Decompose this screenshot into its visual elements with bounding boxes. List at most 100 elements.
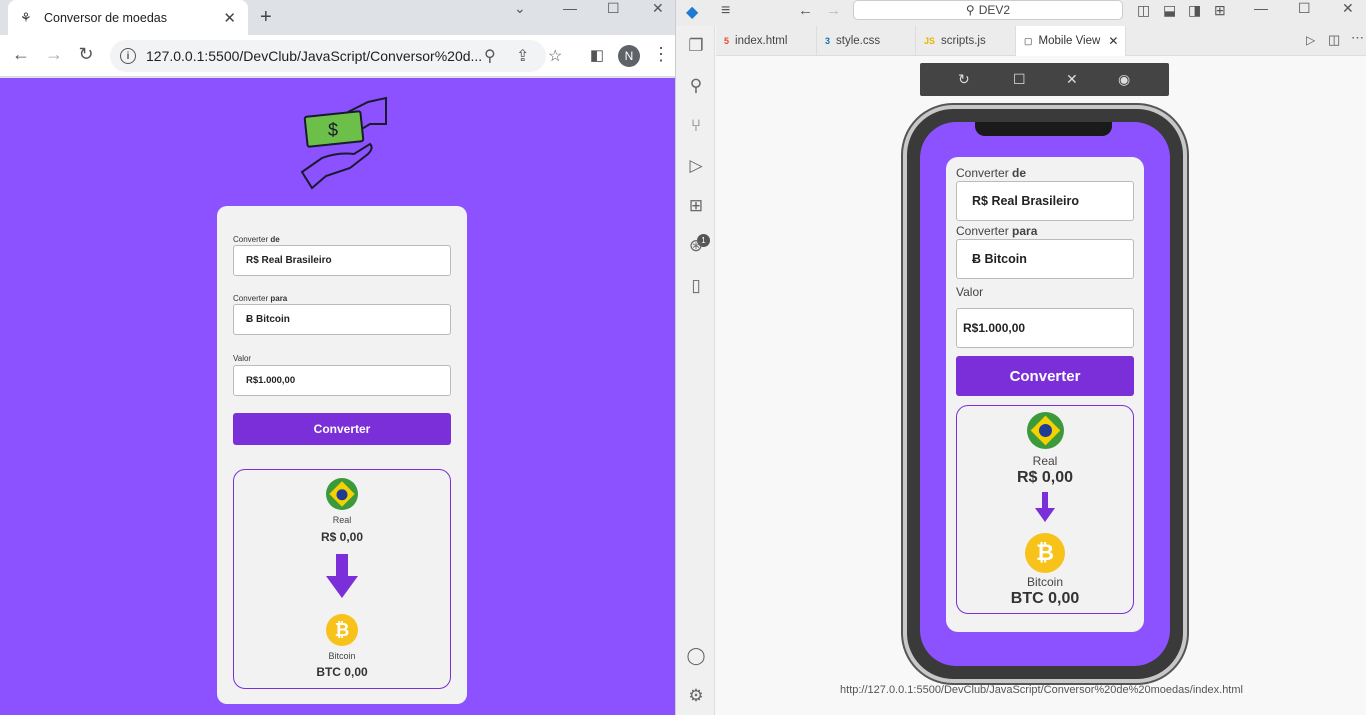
- browser-window: ⚘ Conversor de moedas ✕ + ⌄ — ☐ ✕ ← → ↻ …: [0, 0, 675, 715]
- address-bar[interactable]: i 127.0.0.1:5500/DevClub/JavaScript/Conv…: [110, 40, 562, 72]
- to-currency-value: BTC 0,00: [316, 665, 368, 679]
- tab-scripts-js[interactable]: JS scripts.js: [916, 26, 1016, 56]
- toggle-sidebar-icon[interactable]: ◫: [1137, 2, 1150, 19]
- run-debug-icon[interactable]: ▷: [685, 156, 707, 178]
- forward-icon[interactable]: →: [43, 44, 65, 65]
- phone-frame: Converter de R$ Real Brasileiro Converte…: [903, 105, 1187, 683]
- maximize-button[interactable]: ☐: [607, 0, 620, 17]
- mobile-to-currency-name: Bitcoin: [1026, 575, 1064, 589]
- from-currency-name: Real: [332, 515, 352, 525]
- vscode-logo-icon: ◆: [686, 4, 699, 21]
- nav-forward-icon[interactable]: →: [826, 2, 841, 19]
- tab-label: style.css: [836, 35, 881, 47]
- from-currency-select[interactable]: R$ Real Brasileiro: [233, 245, 451, 276]
- brazil-flag-icon: [326, 478, 358, 510]
- accounts-icon[interactable]: ◯: [685, 646, 707, 668]
- toggle-secondary-sidebar-icon[interactable]: ◨: [1188, 2, 1201, 19]
- command-center-search[interactable]: ⚲ DEV2: [853, 0, 1123, 20]
- mobile-view-icon[interactable]: ▯: [685, 276, 707, 298]
- url-text: 127.0.0.1:5500/DevClub/JavaScript/Conver…: [146, 48, 483, 64]
- to-currency-select[interactable]: Ƀ Bitcoin: [233, 304, 451, 335]
- mobile-convert-button[interactable]: Converter: [956, 356, 1134, 396]
- mobile-to-currency-select[interactable]: Ƀ Bitcoin: [956, 239, 1134, 279]
- customize-layout-icon[interactable]: ⊞: [1214, 2, 1226, 19]
- refresh-icon[interactable]: ↻: [958, 71, 970, 88]
- extensions-icon[interactable]: ⊞: [685, 196, 707, 218]
- close-preview-icon[interactable]: ✕: [1066, 71, 1078, 88]
- mobile-from-currency-value: R$ 0,00: [1016, 469, 1074, 486]
- close-window-button[interactable]: ✕: [652, 0, 664, 17]
- tab-index-html[interactable]: 5 index.html: [716, 26, 817, 56]
- phone-notch: [975, 122, 1112, 136]
- tab-search-icon[interactable]: ⌄: [514, 0, 526, 17]
- site-info-icon[interactable]: i: [120, 48, 136, 64]
- tab-mobile-view[interactable]: ▢ Mobile View ✕: [1016, 26, 1126, 56]
- browser-toolbar: ← → ↻ i 127.0.0.1:5500/DevClub/JavaScrip…: [0, 35, 675, 77]
- profile-avatar[interactable]: N: [618, 45, 640, 67]
- mobile-converter-card: Converter de R$ Real Brasileiro Converte…: [946, 157, 1144, 632]
- git-graph-icon[interactable]: ⊛: [685, 236, 707, 258]
- convert-button[interactable]: Converter: [233, 413, 451, 445]
- mobile-to-currency-value: BTC 0,00: [1010, 590, 1080, 607]
- mobile-from-currency-select[interactable]: R$ Real Brasileiro: [956, 181, 1134, 221]
- search-icon: ⚲: [965, 3, 975, 17]
- close-tab-icon[interactable]: ✕: [1108, 34, 1118, 48]
- js-icon: JS: [924, 36, 936, 46]
- mobile-preview-area: ↻ ☐ ✕ ◉ Converter de R$ Real Brasileiro …: [716, 57, 1366, 715]
- css-icon: 3: [825, 36, 831, 46]
- to-currency-name: Bitcoin: [328, 651, 356, 661]
- rotate-icon[interactable]: ☐: [1013, 71, 1026, 88]
- mobile-bitcoin-icon: ₿: [1025, 533, 1065, 573]
- explorer-icon[interactable]: ❐: [685, 36, 707, 58]
- vscode-window: ◆ ≡ ← → ⚲ DEV2 ◫ ⬓ ◨ ⊞ — ☐ ✕ ❐ ⚲ ⑂ ▷ ⊞ 1…: [675, 0, 1366, 715]
- editor-tabs: 5 index.html 3 style.css JS scripts.js ▢…: [716, 26, 1366, 56]
- settings-gear-icon[interactable]: ⚙: [685, 686, 707, 708]
- nav-back-icon[interactable]: ←: [798, 2, 813, 19]
- mobile-amount-input[interactable]: R$1.000,00: [956, 308, 1134, 348]
- activity-bar: ❐ ⚲ ⑂ ▷ ⊞ 1 ⊛ ▯ ◯ ⚙: [676, 26, 715, 715]
- browser-tab[interactable]: ⚘ Conversor de moedas ✕: [8, 0, 248, 35]
- share-icon[interactable]: ⇪: [516, 46, 529, 66]
- vscode-minimize-button[interactable]: —: [1254, 0, 1268, 16]
- search-text: DEV2: [978, 3, 1011, 17]
- close-tab-icon[interactable]: ✕: [223, 9, 236, 27]
- tab-style-css[interactable]: 3 style.css: [817, 26, 916, 56]
- vscode-titlebar: ◆ ≡ ← → ⚲ DEV2 ◫ ⬓ ◨ ⊞ — ☐ ✕: [676, 0, 1366, 26]
- split-editor-icon[interactable]: ◫: [1328, 32, 1340, 48]
- more-actions-icon[interactable]: ⋯: [1351, 30, 1364, 46]
- screenshot-camera-icon[interactable]: ◉: [1118, 71, 1130, 88]
- toggle-panel-icon[interactable]: ⬓: [1163, 2, 1176, 19]
- amount-label: Valor: [233, 354, 252, 363]
- reload-icon[interactable]: ↻: [75, 44, 97, 65]
- converter-card: Converter de R$ Real Brasileiro Converte…: [217, 206, 467, 704]
- hamburger-menu-icon[interactable]: ≡: [721, 2, 730, 20]
- tab-strip: ⚘ Conversor de moedas ✕ + ⌄ — ☐ ✕: [0, 0, 675, 35]
- vscode-close-button[interactable]: ✕: [1342, 0, 1354, 17]
- run-icon[interactable]: ▷: [1306, 33, 1315, 47]
- mobile-to-label: Converter para: [956, 224, 1038, 238]
- source-control-icon[interactable]: ⑂: [685, 116, 707, 138]
- tab-title: Conversor de moedas: [44, 10, 167, 25]
- mobile-brazil-flag-icon: [1027, 412, 1064, 449]
- side-panel-icon[interactable]: ◧: [586, 46, 608, 64]
- result-box: Real R$ 0,00 ₿ Bitcoin BTC 0,00: [233, 469, 451, 689]
- page-viewport: $ Converter de R$ Real Brasileiro Conver…: [0, 78, 675, 715]
- tab-label: index.html: [735, 35, 788, 47]
- menu-icon[interactable]: ⋮: [650, 44, 672, 65]
- down-arrow-icon: [326, 554, 358, 598]
- mobile-from-currency-name: Real: [1032, 454, 1058, 468]
- device-toolbar: ↻ ☐ ✕ ◉: [920, 63, 1169, 96]
- minimize-button[interactable]: —: [563, 0, 577, 16]
- mobile-result-box: Real R$ 0,00 ₿ Bitcoin BTC 0,00: [956, 405, 1134, 614]
- back-icon[interactable]: ←: [10, 44, 32, 65]
- mobile-down-arrow-icon: [1035, 492, 1055, 522]
- zoom-icon[interactable]: ⚲: [484, 46, 496, 66]
- search-view-icon[interactable]: ⚲: [685, 76, 707, 98]
- amount-input[interactable]: R$1.000,00: [233, 365, 451, 396]
- bookmark-star-icon[interactable]: ☆: [548, 46, 562, 66]
- mobile-from-label: Converter de: [956, 166, 1027, 180]
- svg-text:$: $: [328, 120, 338, 140]
- new-tab-button[interactable]: +: [260, 6, 272, 29]
- preview-icon: ▢: [1024, 35, 1033, 46]
- vscode-maximize-button[interactable]: ☐: [1298, 0, 1311, 17]
